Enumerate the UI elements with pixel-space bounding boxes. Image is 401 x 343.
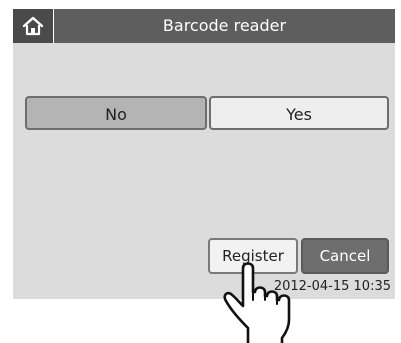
pointing-hand-icon bbox=[223, 262, 291, 343]
no-button[interactable]: No bbox=[25, 96, 207, 130]
header-bar: Barcode reader bbox=[13, 9, 395, 43]
device-screen: Barcode reader No Yes Register Cancel 20… bbox=[13, 9, 395, 299]
yes-button[interactable]: Yes bbox=[209, 96, 389, 130]
home-icon bbox=[22, 16, 44, 36]
home-button[interactable] bbox=[13, 9, 54, 43]
page-title: Barcode reader bbox=[162, 16, 287, 35]
cancel-button[interactable]: Cancel bbox=[301, 238, 389, 274]
